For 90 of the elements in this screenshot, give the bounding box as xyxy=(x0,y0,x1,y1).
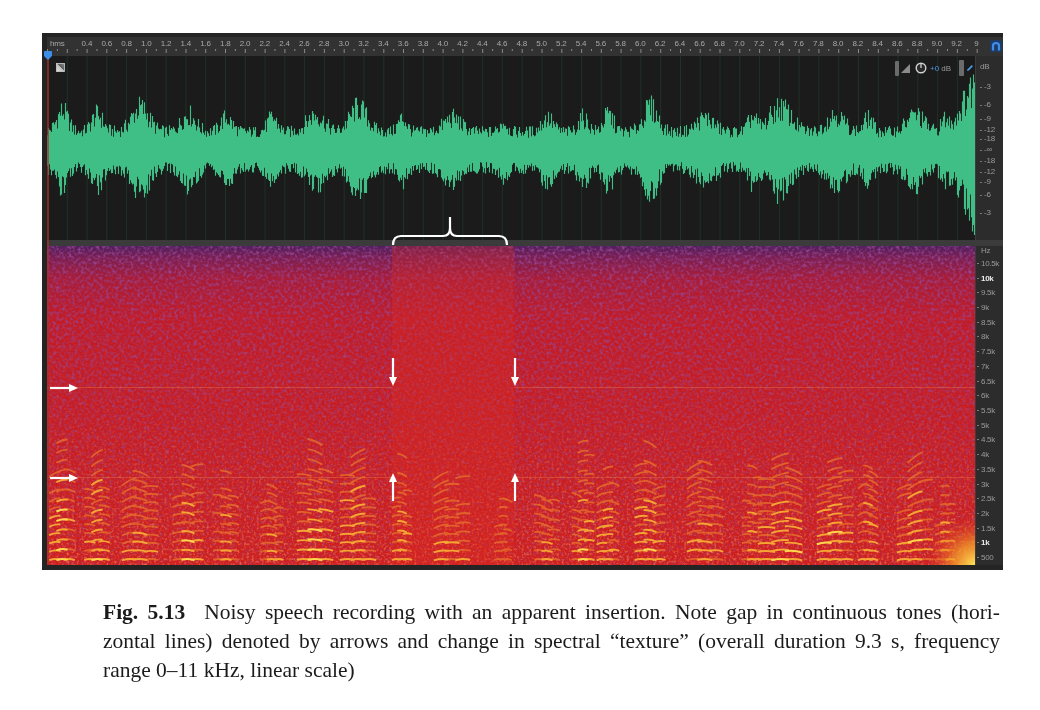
level-unit-label: dB xyxy=(980,63,990,71)
time-label: 5.6 xyxy=(595,38,607,48)
frequency-scale-label: 7k xyxy=(977,361,989,371)
time-label: 5.0 xyxy=(536,38,547,48)
frequency-scale-label: 4k xyxy=(977,450,989,460)
time-label: 2.8 xyxy=(318,38,330,48)
frequency-scale-label: 7.5k xyxy=(977,347,995,357)
frequency-scale-label: 5k xyxy=(977,420,989,430)
time-label: 0.4 xyxy=(81,38,93,48)
time-label: 8.8 xyxy=(911,38,923,48)
time-label: 3.2 xyxy=(358,38,369,48)
frequency-scale-label: 10k xyxy=(977,273,994,283)
time-label: 8.0 xyxy=(832,38,844,48)
time-label: 4.2 xyxy=(457,38,468,48)
time-label: 4.4 xyxy=(476,38,488,48)
time-label: 3.8 xyxy=(417,38,429,48)
right-arrow-icon xyxy=(50,473,78,483)
time-unit-label: hms xyxy=(50,38,65,48)
time-label: 9 xyxy=(974,38,979,48)
frequency-scale-label: 2k xyxy=(977,509,989,519)
time-label: 1.6 xyxy=(200,38,211,48)
time-label: 3.0 xyxy=(338,38,350,48)
time-label: 8.6 xyxy=(892,38,903,48)
time-label: 4.6 xyxy=(496,38,508,48)
frequency-scale-label: 2.5k xyxy=(977,494,995,504)
level-scale-label: -12 xyxy=(980,168,995,176)
time-label: 6.2 xyxy=(654,38,666,48)
time-label: 2.0 xyxy=(239,38,251,48)
time-label: 3.4 xyxy=(378,38,389,48)
time-label: 1.4 xyxy=(180,38,191,48)
frequency-scale-label: 10.5k xyxy=(977,258,1000,268)
time-label: 1.2 xyxy=(160,38,172,48)
frequency-scale-label: 8k xyxy=(977,332,989,342)
time-label: 5.8 xyxy=(615,38,626,48)
playhead-marker[interactable] xyxy=(44,51,52,565)
frequency-scale-label: 1.5k xyxy=(977,523,995,533)
level-scale-label: -∞ xyxy=(980,146,992,154)
right-arrow-icon xyxy=(50,383,78,393)
level-scale-label: -9 xyxy=(980,115,991,123)
time-label: 7.4 xyxy=(773,38,784,48)
level-scale-label: -18 xyxy=(980,135,995,143)
time-label: 7.2 xyxy=(753,38,765,48)
frequency-scale-label: 6.5k xyxy=(977,376,995,386)
level-scale-label: -12 xyxy=(980,126,995,134)
horseshoe-icon[interactable] xyxy=(990,40,1002,52)
time-label: 7.8 xyxy=(812,38,824,48)
time-label: 4.8 xyxy=(516,38,527,48)
down-arrow-icon xyxy=(388,358,398,386)
frequency-scale-label: 5.5k xyxy=(977,406,995,415)
time-label: 0.6 xyxy=(101,38,112,48)
frequency-scale-label: 9.5k xyxy=(977,288,995,298)
up-arrow-icon xyxy=(510,473,520,501)
time-label: 6.4 xyxy=(674,38,686,48)
time-label: 5.4 xyxy=(575,38,587,48)
level-scale-label: -3 xyxy=(980,209,991,217)
time-label: 7.6 xyxy=(793,38,804,48)
level-scale-label: -18 xyxy=(980,157,995,165)
time-label: 2.4 xyxy=(279,38,290,48)
time-label: 5.2 xyxy=(556,38,567,48)
figure-caption: Fig. 5.13 Noisy speech recording with an apparent insertion. Note gap in continuous tones (hori- zontal lines) denoted by arrows and change in spectral “texture” (overall duration 9.3 s, frequency range 0–11 kHz, linear scale) xyxy=(103,599,1000,684)
frequency-scale-label: 9k xyxy=(977,303,989,312)
down-arrow-icon xyxy=(510,358,520,386)
time-label: 8.2 xyxy=(852,38,863,48)
level-scale-label: -6 xyxy=(980,191,991,199)
time-label: 4.0 xyxy=(437,38,448,48)
time-label: 7.0 xyxy=(733,38,745,48)
level-scale-label: -6 xyxy=(980,101,991,109)
frequency-scale-label: 6k xyxy=(977,391,989,401)
time-label: 6.8 xyxy=(714,38,725,48)
time-label: 9.0 xyxy=(931,38,943,48)
frequency-scale-label: 4.5k xyxy=(977,435,995,445)
level-scale-label: -9 xyxy=(980,178,991,186)
frequency-scale-label: 3k xyxy=(977,479,989,489)
time-label: 1.8 xyxy=(219,38,231,48)
time-label: 3.6 xyxy=(397,38,409,48)
level-scale-label: -3 xyxy=(980,83,991,91)
time-label: 9.2 xyxy=(951,38,962,48)
time-label: 0.8 xyxy=(121,38,132,48)
time-label: 6.0 xyxy=(635,38,646,48)
time-label: 1.0 xyxy=(140,38,152,48)
frequency-scale-label: 3.5k xyxy=(977,464,995,474)
frequency-unit-label: Hz xyxy=(981,246,991,256)
frequency-scale-label: 8.5k xyxy=(977,317,995,327)
time-label: 2.2 xyxy=(259,38,271,48)
time-label: 2.6 xyxy=(299,38,310,48)
time-label: 8.4 xyxy=(872,38,883,48)
frequency-scale-label: 1k xyxy=(977,538,990,548)
time-label: 6.6 xyxy=(694,38,705,48)
frequency-scale-label: 500 xyxy=(977,553,994,563)
up-arrow-icon xyxy=(388,473,398,501)
